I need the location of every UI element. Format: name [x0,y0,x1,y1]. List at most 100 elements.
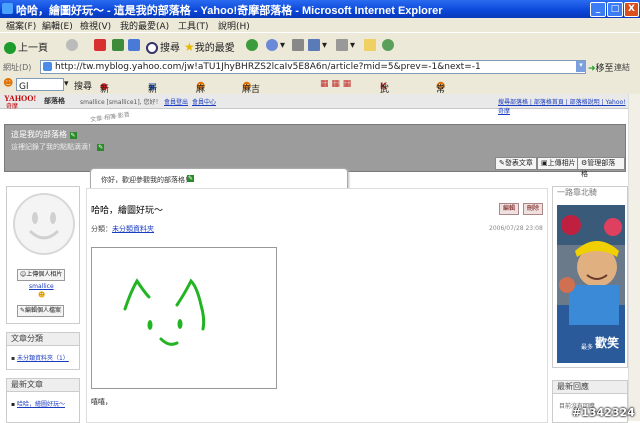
address-dropdown[interactable]: ▾ [576,61,586,72]
blog-subtitle[interactable]: 這裡記錄了我的點點滴滴！ ✎ [11,142,105,152]
menu-file[interactable]: 檔案(F) [6,19,36,32]
refresh-icon [112,39,124,51]
yahoo-header: YAHOO! 奇摩 部落格 smallice [smallice1], 您好！ … [0,94,628,115]
recent-article-item[interactable]: ▪ 哈哈，繪圖好玩～ [11,399,65,408]
menu-favorites[interactable]: 我的最愛(A) [120,19,169,32]
watermark: #1342324 [572,406,635,419]
blog-banner: 這是我的部落格 ✎ 這裡記錄了我的點點滴滴！ ✎ ✎發表文章 ▣上傳相片 ⚙管理… [4,124,626,178]
profile-panel: ☺上傳個人相片 smallice ☻ ✎編輯個人檔案 [6,186,80,324]
forward-arrow-icon [66,39,78,51]
title-bar: 哈哈，繪圖好玩～ - 這是我的部落格 - Yahoo!奇摩部落格 - Micro… [0,0,640,18]
yahoo-logo-bottom: 奇摩 [6,103,19,110]
edit-subtitle-icon[interactable]: ✎ [97,144,105,151]
delete-article-button[interactable]: 刪除 [523,203,544,215]
section-name: 部落格 [44,97,65,105]
page-content: YAHOO! 奇摩 部落格 smallice [smallice1], 您好！ … [0,94,640,423]
right-photo-panel: 一路靠北騎 最多 歡笑 [552,186,628,368]
blog-title-text: 這是我的部落格 [11,130,67,139]
minimize-button[interactable]: _ [590,2,606,17]
history-button[interactable] [246,39,260,51]
toolbar-search-button[interactable]: 搜尋 [74,79,92,92]
search-icon [146,42,158,54]
user-info: smallice [smallice1], 您好！ [80,99,162,106]
window-title: 哈哈，繪圖好玩～ - 這是我的部落格 - Yahoo!奇摩部落格 - Micro… [16,5,443,17]
address-input[interactable]: http://tw.myblog.yahoo.com/jw!aTU1JhyBHR… [40,60,586,74]
ad-text-small: 最多 [581,344,594,351]
discuss-button[interactable]: ▾ [336,39,355,51]
refresh-button[interactable] [112,39,126,51]
article-date: 2006/07/28 23:08 [489,225,543,232]
recent-comments-header: 最新回應 [553,381,627,394]
menu-help[interactable]: 說明(H) [218,19,250,32]
article-category-link[interactable]: 未分類資料夾 [112,225,154,233]
drawing-image [91,247,277,389]
upload-avatar-label: 上傳個人相片 [26,271,63,278]
categories-panel: 文章分類 ▪ 未分類資料夾（1） [6,332,80,370]
home-button[interactable] [128,39,142,51]
post-article-label: 發表文章 [504,159,533,167]
go-label: 移至 [595,64,614,74]
article-title[interactable]: 哈哈，繪圖好玩～ [91,203,163,216]
menu-tools[interactable]: 工具(T) [178,19,209,32]
article-category: 分類：未分類資料夾 [91,224,154,234]
messenger-button[interactable] [382,39,396,51]
blog-title[interactable]: 這是我的部落格 ✎ [11,129,77,140]
edit-profile-label: 編輯個人檔案 [25,307,62,314]
print-button[interactable] [292,39,306,51]
toolbar-search-dropdown[interactable]: ▾ [64,79,69,89]
toolbar-search-input[interactable]: Gl [16,78,64,92]
article-panel: 哈哈，繪圖好玩～ 編輯 刪除 分類：未分類資料夾 2006/07/28 23:0… [86,188,548,423]
post-article-button[interactable]: ✎發表文章 [495,157,537,170]
menu-view[interactable]: 檢視(V) [80,19,111,32]
upload-photo-button[interactable]: ▣上傳相片 [537,157,580,170]
links-label[interactable]: 連結 [614,62,630,73]
mail-button[interactable]: ▾ [266,39,285,51]
forward-button[interactable] [66,39,80,51]
back-arrow-icon [4,42,16,54]
favorites-button[interactable]: ★我的最愛 [184,39,235,54]
address-url: http://tw.myblog.yahoo.com/jw!aTU1JhyBHR… [55,62,481,72]
member-center-link[interactable]: 會員中心 [192,97,216,106]
close-button[interactable]: X [624,2,639,17]
folder-button[interactable] [364,39,378,51]
manage-blog-button[interactable]: ⚙管理部落格 [577,157,625,178]
edit-article-button[interactable]: 編輯 [499,203,520,215]
categories-header: 文章分類 [7,333,79,346]
logout-link[interactable]: 會員登出 [164,97,188,106]
recent-articles-panel: 最新文章 ▪ 哈哈，繪圖好玩～ [6,378,80,423]
menu-edit[interactable]: 編輯(E) [42,19,73,32]
favorites-label: 我的最愛 [194,43,235,54]
go-button[interactable]: ➜移至 [588,61,614,74]
upload-photo-label: 上傳相片 [547,159,576,167]
avatar [13,193,75,255]
edit-welcome-icon[interactable]: ✎ [187,175,195,182]
edit-profile-button[interactable]: ✎編輯個人檔案 [17,305,65,317]
username-link[interactable]: smallice [29,283,54,290]
star-icon: ★ [184,40,195,54]
recent-article-label: 哈哈，繪圖好玩～ [16,401,65,408]
user-level-icon: ☻ [38,291,46,299]
mail-icon [266,39,278,51]
search-button[interactable]: 搜尋 [146,39,180,54]
stop-button[interactable] [94,39,108,51]
links-bar: ☻ Gl ▾ 搜尋 ●新浪網 ▣新聞(0) ☻麻吉網 ☻麻吉新話題(23) ▦ … [0,76,640,134]
page-scrollbar[interactable] [628,94,640,421]
blog-subtitle-text: 這裡記錄了我的點點滴滴！ [11,143,95,151]
messenger-icon [382,39,394,51]
category-item-label: 未分類資料夾（1） [16,355,69,362]
maximize-button[interactable]: □ [607,2,623,17]
menu-bar: 檔案(F) 編輯(E) 檢視(V) 我的最愛(A) 工具(T) 說明(H) [0,18,640,32]
yahoo-right-links[interactable]: 搜尋部落格 | 部落格首頁 | 部落格說明 | Yahoo!奇摩 [498,97,628,115]
extra-icons[interactable]: ▦ ▦ ▦ [320,79,351,89]
back-button[interactable]: 上一頁 [4,39,48,54]
ie-icon [2,3,13,14]
back-label: 上一頁 [18,43,48,54]
edit-page-button[interactable]: ▾ [308,39,327,51]
print-icon [292,39,304,51]
search-label: 搜尋 [160,43,180,54]
edit-title-icon[interactable]: ✎ [69,132,77,139]
category-item[interactable]: ▪ 未分類資料夾（1） [11,353,69,362]
history-icon [246,39,258,51]
upload-avatar-button[interactable]: ☺上傳個人相片 [17,269,66,281]
blog-nav[interactable]: 文章·相簿·影音 [90,109,130,123]
